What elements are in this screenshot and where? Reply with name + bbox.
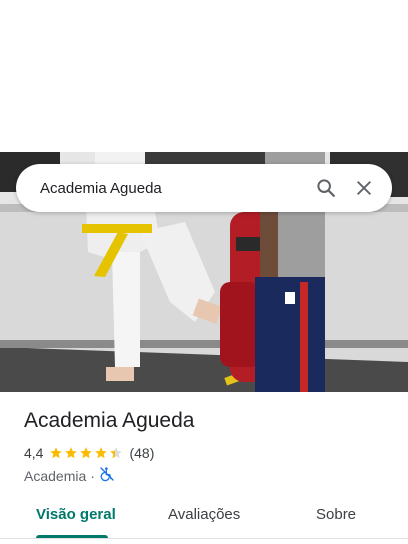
- place-category: Academia: [24, 467, 87, 484]
- tab-reviews[interactable]: Avaliações: [168, 506, 240, 523]
- search-icon[interactable]: [314, 176, 338, 200]
- search-bar[interactable]: Academia Agueda: [16, 164, 392, 212]
- rating-row[interactable]: 4,4 (48): [24, 445, 154, 461]
- rating-stars: [49, 446, 124, 460]
- star-icon: [110, 447, 123, 459]
- map-blank-area: [0, 0, 408, 152]
- star-icon: [50, 447, 63, 459]
- close-icon[interactable]: [352, 176, 376, 200]
- category-row: Academia ·: [24, 466, 115, 485]
- separator-dot: ·: [90, 467, 95, 484]
- place-title: Academia Agueda: [24, 409, 195, 432]
- tabs-divider: [0, 538, 408, 539]
- place-info-panel: Academia Agueda 4,4 (48) Academia · Visã…: [0, 392, 408, 544]
- rating-value: 4,4: [24, 445, 44, 461]
- review-count[interactable]: (48): [129, 445, 154, 461]
- tab-overview[interactable]: Visão geral: [36, 506, 116, 523]
- search-input[interactable]: Academia Agueda: [40, 180, 314, 197]
- star-icon: [65, 447, 78, 459]
- star-icon: [95, 447, 108, 459]
- wheelchair-not-accessible-icon: [99, 466, 115, 485]
- tab-about[interactable]: Sobre: [316, 506, 356, 523]
- tab-bar: Visão geral Avaliações Sobre: [0, 496, 408, 539]
- star-icon: [80, 447, 93, 459]
